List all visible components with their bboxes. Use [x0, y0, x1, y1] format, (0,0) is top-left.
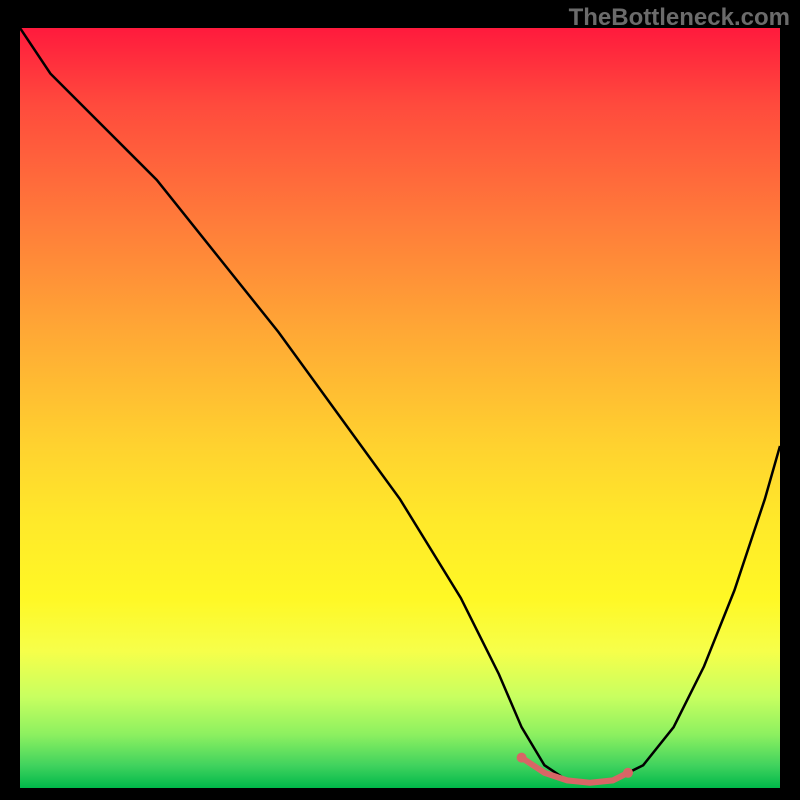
highlight-segment: [522, 758, 628, 783]
bottleneck-curve: [20, 28, 780, 784]
chart-container: TheBottleneck.com: [0, 0, 800, 800]
highlight-endpoint-left: [517, 753, 527, 763]
curve-svg: [20, 28, 780, 788]
watermark-text: TheBottleneck.com: [569, 4, 790, 32]
plot-area: [20, 28, 780, 788]
highlight-endpoint-right: [623, 768, 633, 778]
